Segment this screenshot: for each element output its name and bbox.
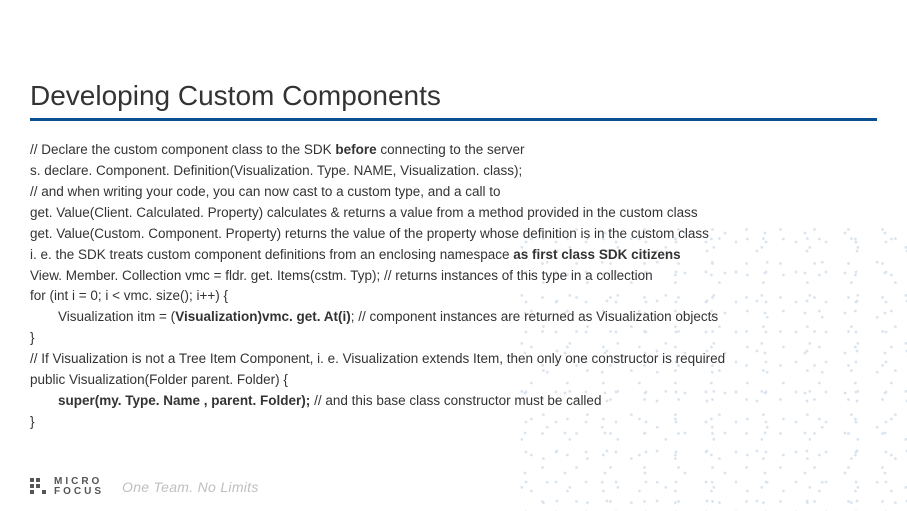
slide-body: // Declare the custom component class to… <box>30 140 877 433</box>
text-bold: Visualization)vmc. get. At(i) <box>175 309 351 324</box>
code-line: } <box>30 328 877 349</box>
text-bold: before <box>335 142 376 157</box>
code-line: super(my. Type. Name , parent. Folder); … <box>30 391 877 412</box>
microfocus-logo: MICRO FOCUS <box>30 477 104 498</box>
logo-mark-icon <box>30 478 48 496</box>
code-line: s. declare. Component. Definition(Visual… <box>30 161 877 182</box>
code-line: Visualization itm = (Visualization)vmc. … <box>30 307 877 328</box>
code-line: get. Value(Custom. Component. Property) … <box>30 224 877 245</box>
slide: Developing Custom Components // Declare … <box>0 0 907 511</box>
text: // Declare the custom component class to… <box>30 142 335 157</box>
code-line: // If Visualization is not a Tree Item C… <box>30 349 877 370</box>
text-bold: super(my. Type. Name , parent. Folder); <box>58 393 310 408</box>
title-block: Developing Custom Components <box>30 80 877 121</box>
title-underline <box>30 118 877 121</box>
logo-line2: FOCUS <box>54 487 104 498</box>
code-line: View. Member. Collection vmc = fldr. get… <box>30 266 877 287</box>
code-line: // Declare the custom component class to… <box>30 140 877 161</box>
code-line: } <box>30 412 877 433</box>
code-line: // and when writing your code, you can n… <box>30 182 877 203</box>
text: i. e. the SDK treats custom component de… <box>30 247 513 262</box>
code-line: i. e. the SDK treats custom component de… <box>30 245 877 266</box>
footer: MICRO FOCUS One Team. No Limits <box>0 463 907 511</box>
slide-title: Developing Custom Components <box>30 80 877 112</box>
text-bold: as first class SDK citizens <box>513 247 680 262</box>
code-line: public Visualization(Folder parent. Fold… <box>30 370 877 391</box>
text: Visualization itm = ( <box>58 309 175 324</box>
text: ; // component instances are returned as… <box>351 309 718 324</box>
logo-text: MICRO FOCUS <box>54 477 104 498</box>
code-line: for (int i = 0; i < vmc. size(); i++) { <box>30 286 877 307</box>
code-line: get. Value(Client. Calculated. Property)… <box>30 203 877 224</box>
footer-tagline: One Team. No Limits <box>122 479 259 495</box>
text: connecting to the server <box>377 142 525 157</box>
text: // and this base class constructor must … <box>310 393 601 408</box>
